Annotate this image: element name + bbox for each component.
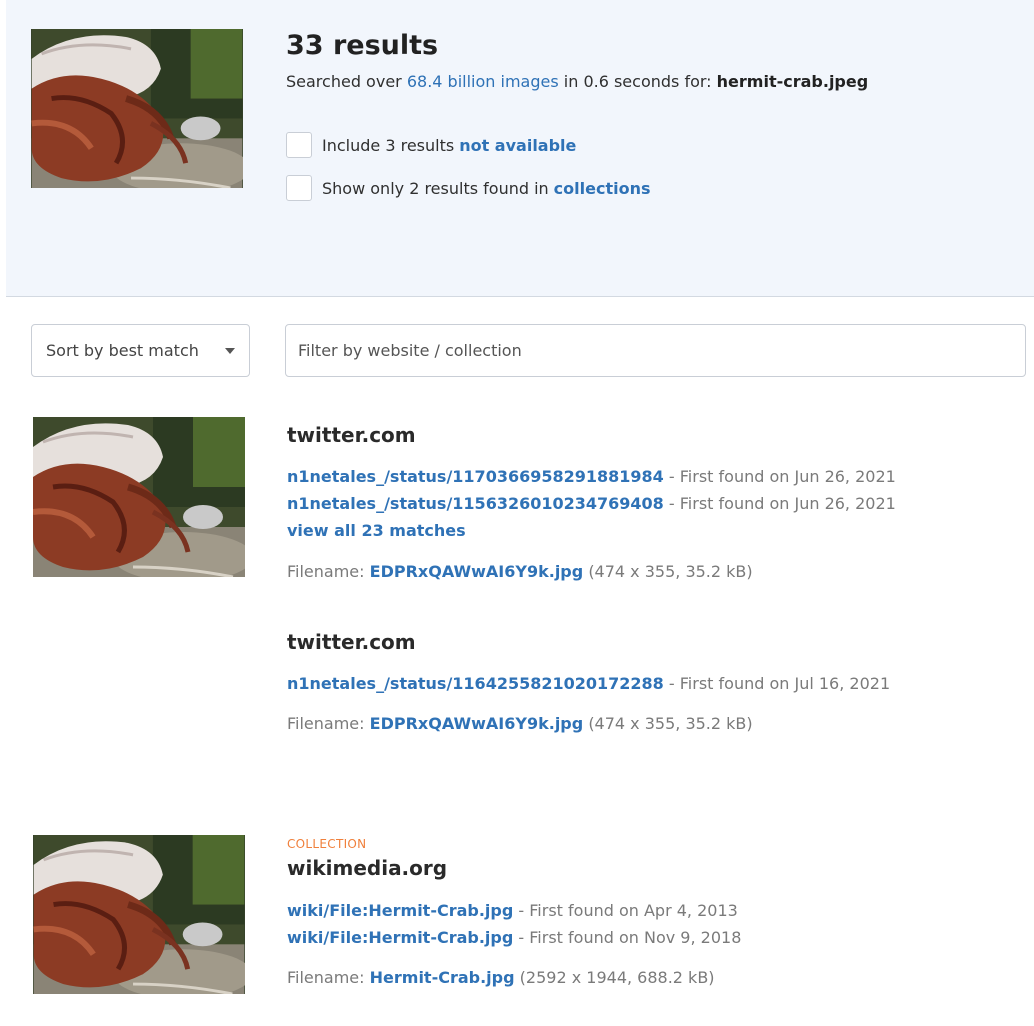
search-stats: Searched over 68.4 billion images in 0.6… [286,72,869,91]
filename-row: Filename: EDPRxQAWwAI6Y9k.jpg (474 x 355… [287,714,753,733]
file-info: (474 x 355, 35.2 kB) [588,562,753,581]
first-found-date: - First found on Jun 26, 2021 [668,494,896,513]
match-row: n1netales_/status/1164255821020172288 - … [287,674,890,693]
collections-only-option[interactable]: Show only 2 results found in collections [286,175,651,201]
collections-only-checkbox[interactable] [286,175,312,201]
file-info: (2592 x 1944, 688.2 kB) [519,968,715,987]
search-summary-panel: 33 results Searched over 68.4 billion im… [6,0,1034,297]
match-row: n1netales_/status/1170366958291881984 - … [287,467,896,486]
collections-link[interactable]: collections [554,179,651,198]
include-unavailable-checkbox[interactable] [286,132,312,158]
filename-link[interactable]: EDPRxQAWwAI6Y9k.jpg [370,562,584,581]
result-site-title: twitter.com [287,630,416,654]
filename-row: Filename: Hermit-Crab.jpg (2592 x 1944, … [287,968,715,987]
filter-website-input[interactable] [285,324,1026,377]
results-count: 33 results [286,30,439,61]
first-found-date: - First found on Jun 26, 2021 [668,467,896,486]
match-link[interactable]: n1netales_/status/1164255821020172288 [287,674,664,693]
indexed-images-link[interactable]: 68.4 billion images [407,72,559,91]
view-all-matches-link[interactable]: view all 23 matches [287,521,466,540]
caret-down-icon [225,348,235,354]
first-found-date: - First found on Nov 9, 2018 [518,928,742,947]
match-row: wiki/File:Hermit-Crab.jpg - First found … [287,901,738,920]
query-filename: hermit-crab.jpeg [716,72,869,91]
not-available-link[interactable]: not available [459,136,576,155]
first-found-date: - First found on Jul 16, 2021 [668,674,891,693]
first-found-date: - First found on Apr 4, 2013 [518,901,738,920]
hermit-crab-image [33,417,245,577]
match-row: wiki/File:Hermit-Crab.jpg - First found … [287,928,741,947]
match-link[interactable]: n1netales_/status/1156326010234769408 [287,494,664,513]
match-link[interactable]: n1netales_/status/1170366958291881984 [287,467,664,486]
sort-dropdown[interactable]: Sort by best match [31,324,250,377]
filename-link[interactable]: Hermit-Crab.jpg [370,968,515,987]
sort-dropdown-value: Sort by best match [46,341,199,360]
result-site-title: twitter.com [287,423,416,447]
match-link[interactable]: wiki/File:Hermit-Crab.jpg [287,901,513,920]
hermit-crab-image [31,29,243,188]
filename-row: Filename: EDPRxQAWwAI6Y9k.jpg (474 x 355… [287,562,753,581]
collection-badge: COLLECTION [287,837,367,851]
result-thumbnail[interactable] [33,417,245,577]
result-thumbnail[interactable] [33,835,245,994]
match-link[interactable]: wiki/File:Hermit-Crab.jpg [287,928,513,947]
match-row: n1netales_/status/1156326010234769408 - … [287,494,896,513]
result-site-title: wikimedia.org [287,856,448,880]
query-image-thumbnail [31,29,243,188]
include-unavailable-option[interactable]: Include 3 results not available [286,132,576,158]
filename-link[interactable]: EDPRxQAWwAI6Y9k.jpg [370,714,584,733]
hermit-crab-image [33,835,245,994]
file-info: (474 x 355, 35.2 kB) [588,714,753,733]
reverse-image-search-page: 33 results Searched over 68.4 billion im… [0,0,1034,1026]
